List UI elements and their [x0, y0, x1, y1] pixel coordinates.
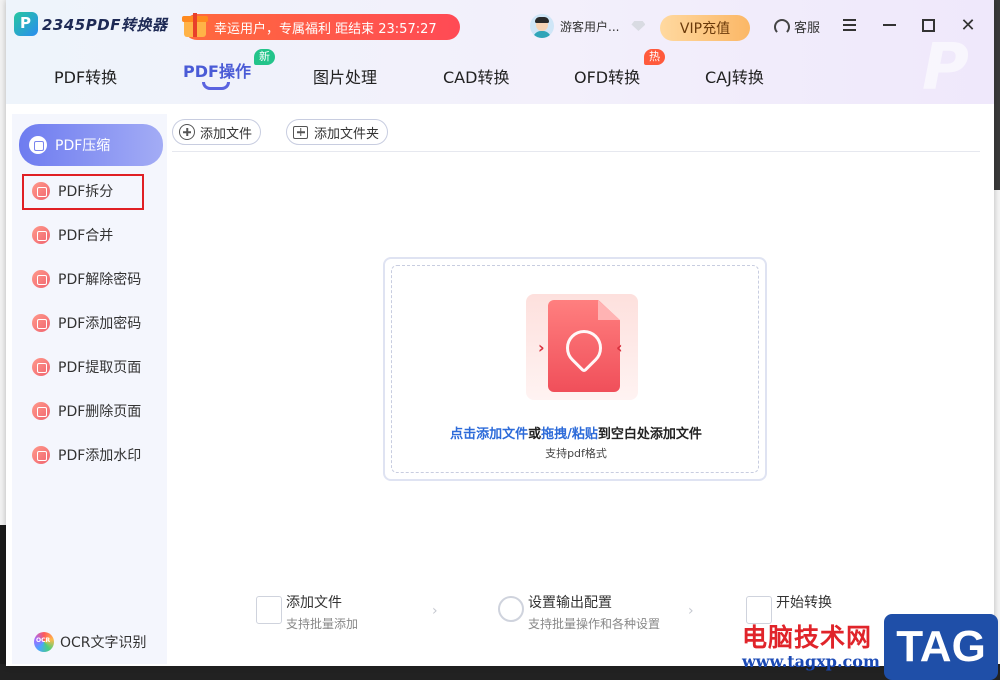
- step-add-file: 添加文件 支持批量添加: [256, 592, 358, 632]
- add-file-step-icon: [256, 596, 282, 624]
- tab-ofd-convert[interactable]: OFD转换: [574, 64, 640, 88]
- gift-icon: [180, 9, 210, 39]
- app-header: 2345PDF转换器 幸运用户，专属福利 距结束 23:57:27 游客用户..…: [6, 0, 994, 104]
- user-account[interactable]: 游客用户...: [530, 14, 646, 38]
- sidebar-item-label: PDF解除密码: [58, 272, 142, 288]
- chevron-right-icon: ›: [688, 603, 694, 619]
- add-folder-button[interactable]: 添加文件夹: [286, 119, 389, 145]
- supported-format-text: 支持pdf格式: [545, 447, 607, 460]
- merge-icon: [32, 226, 50, 244]
- watermark-icon: [32, 446, 50, 464]
- tab-image-process[interactable]: 图片处理: [313, 64, 377, 88]
- new-badge: 新: [254, 49, 275, 65]
- highlight-box: [22, 174, 144, 210]
- unlock-icon: [32, 270, 50, 288]
- watermark-site-url: www.tagxp.com: [742, 652, 880, 671]
- drop-text-or: 或: [528, 427, 542, 442]
- plus-circle-icon: [179, 124, 195, 140]
- app-window: 2345PDF转换器 幸运用户，专属福利 距结束 23:57:27 游客用户..…: [6, 0, 994, 666]
- menu-button[interactable]: [838, 14, 860, 36]
- promo-banner[interactable]: 幸运用户，专属福利 距结束 23:57:27: [182, 13, 460, 40]
- sidebar-item-label: PDF删除页面: [58, 404, 142, 420]
- diamond-icon: [631, 21, 646, 31]
- chevron-right-icon: ›: [432, 603, 438, 619]
- sidebar-item-pdf-add-password[interactable]: PDF添加密码: [22, 303, 164, 343]
- step-desc: 支持批量操作和各种设置: [528, 617, 661, 631]
- app-logo: 2345PDF转换器: [14, 12, 167, 36]
- sidebar-item-ocr[interactable]: OCR文字识别: [22, 622, 164, 662]
- pdf-file-icon: › ‹: [526, 290, 640, 404]
- drag-paste-link[interactable]: 拖拽/粘贴: [541, 427, 598, 442]
- active-tab-indicator: [202, 82, 230, 90]
- vip-recharge-button[interactable]: VIP充值: [660, 15, 750, 41]
- step-title: 开始转换: [776, 595, 832, 611]
- file-drop-zone[interactable]: › ‹ 点击添加文件或拖拽/粘贴到空白处添加文件 支持pdf格式: [383, 257, 767, 481]
- sidebar-item-pdf-add-watermark[interactable]: PDF添加水印: [22, 435, 164, 475]
- headset-icon: [774, 18, 790, 35]
- sidebar-item-label: OCR文字识别: [60, 635, 147, 651]
- step-desc: 支持批量添加: [286, 617, 359, 631]
- minimize-button[interactable]: [878, 14, 900, 36]
- ocr-icon: [34, 632, 54, 652]
- sidebar: PDF压缩 PDF拆分 PDF合并 PDF解除密码 PDF添加密码 PDF提取页…: [12, 114, 167, 664]
- toolbar-divider: [172, 151, 980, 152]
- compress-icon: [29, 136, 47, 154]
- main-tabs: PDF转换 PDF操作 图片处理 CAD转换 OFD转换 CAJ转换: [6, 56, 994, 96]
- sidebar-item-pdf-compress[interactable]: PDF压缩: [19, 124, 163, 166]
- avatar[interactable]: [530, 14, 554, 38]
- customer-service-button[interactable]: 客服: [774, 17, 820, 36]
- click-add-file-link[interactable]: 点击添加文件: [450, 427, 528, 442]
- step-title: 添加文件: [286, 595, 342, 611]
- delete-page-icon: [32, 402, 50, 420]
- gear-icon: [498, 596, 524, 622]
- sidebar-item-pdf-extract-pages[interactable]: PDF提取页面: [22, 347, 164, 387]
- minimize-icon: [882, 24, 896, 26]
- promo-text: 幸运用户，专属福利 距结束 23:57:27: [214, 21, 437, 37]
- sidebar-item-pdf-remove-password[interactable]: PDF解除密码: [22, 259, 164, 299]
- tab-cad-convert[interactable]: CAD转换: [443, 64, 509, 88]
- sidebar-item-label: PDF压缩: [55, 138, 111, 154]
- add-file-label: 添加文件: [200, 126, 253, 142]
- app-logo-icon: [14, 12, 38, 36]
- step-output-config: 设置输出配置 支持批量操作和各种设置: [498, 592, 660, 632]
- menu-icon: [842, 24, 856, 26]
- add-file-button[interactable]: 添加文件: [172, 119, 262, 145]
- drop-zone-dashed-border: › ‹ 点击添加文件或拖拽/粘贴到空白处添加文件 支持pdf格式: [391, 265, 759, 473]
- tab-pdf-operate[interactable]: PDF操作: [183, 58, 251, 82]
- site-watermark: 电脑技术网 www.tagxp.com TAG: [738, 614, 1000, 680]
- watermark-tag-logo: TAG: [884, 614, 998, 680]
- customer-service-label: 客服: [794, 21, 821, 36]
- app-name: 2345PDF转换器: [42, 15, 168, 34]
- sidebar-item-label: PDF合并: [58, 228, 114, 244]
- tab-pdf-convert[interactable]: PDF转换: [54, 64, 117, 88]
- sidebar-item-pdf-delete-pages[interactable]: PDF删除页面: [22, 391, 164, 431]
- extract-icon: [32, 358, 50, 376]
- sidebar-item-label: PDF添加密码: [58, 316, 142, 332]
- desktop-background-right-dark: [994, 0, 1000, 190]
- add-folder-label: 添加文件夹: [314, 126, 380, 142]
- lock-icon: [32, 314, 50, 332]
- plus-square-icon: [293, 125, 308, 139]
- drop-text-tail: 到空白处添加文件: [597, 427, 702, 442]
- user-name[interactable]: 游客用户...: [560, 18, 619, 35]
- sidebar-item-label: PDF添加水印: [58, 448, 142, 464]
- drop-zone-instruction: 点击添加文件或拖拽/粘贴到空白处添加文件: [392, 423, 760, 442]
- watermark-site-name: 电脑技术网: [742, 623, 873, 652]
- maximize-icon: [921, 18, 935, 32]
- sidebar-item-label: PDF提取页面: [58, 360, 142, 376]
- step-title: 设置输出配置: [528, 595, 612, 611]
- sidebar-item-pdf-merge[interactable]: PDF合并: [22, 215, 164, 255]
- tab-caj-convert[interactable]: CAJ转换: [705, 64, 764, 88]
- hot-badge: 热: [644, 49, 665, 65]
